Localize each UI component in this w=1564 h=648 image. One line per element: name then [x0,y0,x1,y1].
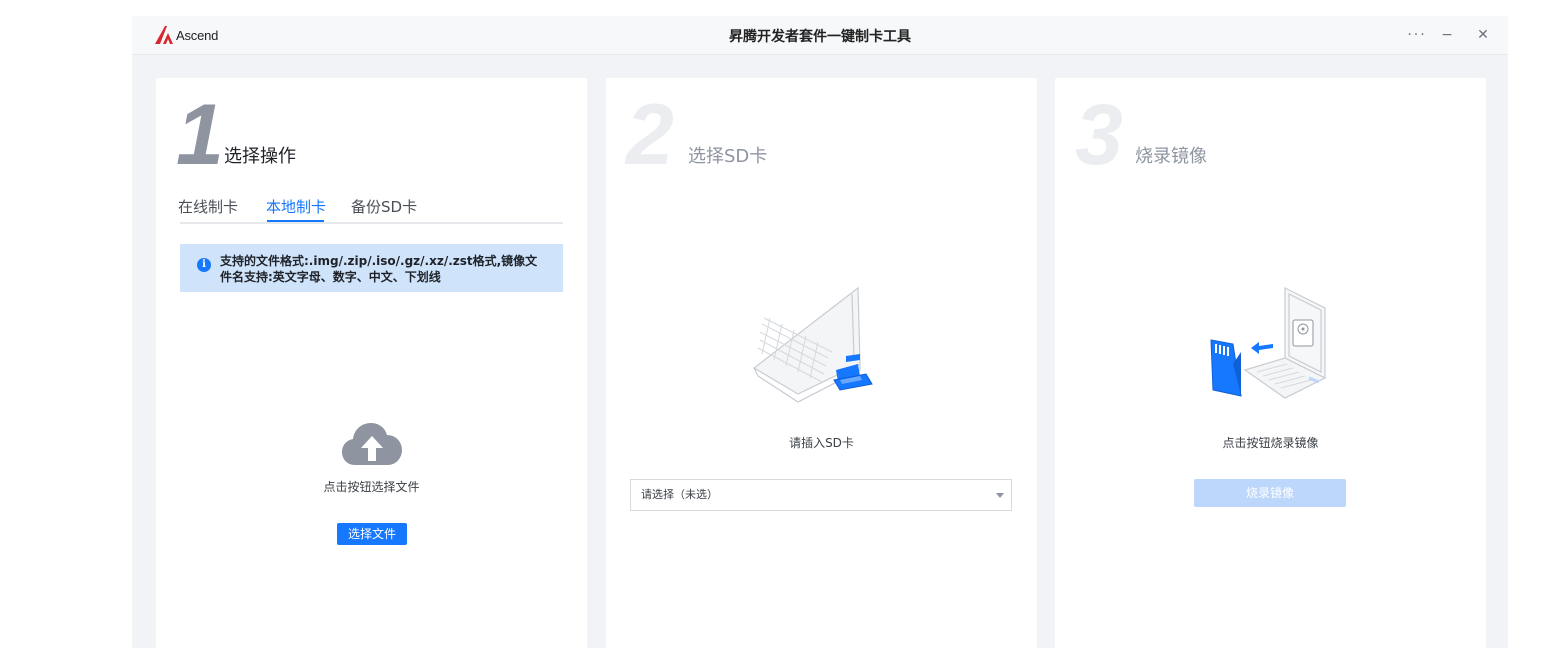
step1-hint: 点击按钮选择文件 [323,480,420,494]
step1-title: 选择操作 [224,146,296,167]
laptop-sd-card-illustration [752,286,873,403]
close-icon[interactable]: ✕ [1470,22,1496,48]
minimize-icon[interactable]: − [1434,22,1460,48]
cloud-upload-icon [342,423,402,465]
app-window: Ascend 昇腾开发者套件一键制卡工具 ··· − ✕ 1 选择操作 在线制卡… [132,16,1508,648]
format-notice: i 支持的文件格式:.img/.zip/.iso/.gz/.xz/.zst格式,… [180,244,563,292]
burn-image-button[interactable]: 烧录镜像 [1194,479,1346,507]
tab-backup[interactable]: 备份SD卡 [351,196,417,217]
step2-title: 选择SD卡 [688,146,768,167]
step2-panel: 2 选择SD卡 请插入SD卡 请选择（未选） [606,78,1037,648]
step2-hint: 请插入SD卡 [789,436,854,450]
step3-panel: 3 烧录镜像 点击按钮烧录镜像 烧录镜像 [1055,78,1486,648]
sd-card-select[interactable]: 请选择（未选） [630,479,1012,511]
tab-online[interactable]: 在线制卡 [178,196,238,217]
select-file-button[interactable]: 选择文件 [337,523,407,545]
laptop-burn-image-illustration [1210,287,1327,399]
window-title: 昇腾开发者套件一键制卡工具 [729,29,911,45]
step3-number: 3 [1075,87,1123,183]
notice-text: 支持的文件格式:.img/.zip/.iso/.gz/.xz/.zst格式,镜像… [220,254,538,284]
info-icon: i [197,258,211,272]
step1-number: 1 [176,87,224,183]
more-icon[interactable]: ··· [1404,22,1430,48]
active-tab-underline [267,220,324,222]
chevron-down-icon [996,493,1004,498]
mode-tabs: 在线制卡 本地制卡 备份SD卡 [178,194,563,224]
step3-hint: 点击按钮烧录镜像 [1222,436,1319,450]
step2-number: 2 [626,87,674,183]
title-bar: Ascend 昇腾开发者套件一键制卡工具 ··· − ✕ [132,16,1508,55]
tab-local[interactable]: 本地制卡 [266,196,326,217]
sd-card-select-value: 请选择（未选） [641,488,718,501]
step1-panel: 1 选择操作 在线制卡 本地制卡 备份SD卡 i 支持的文件格式:.img/.z… [156,78,587,648]
step3-title: 烧录镜像 [1135,146,1207,167]
